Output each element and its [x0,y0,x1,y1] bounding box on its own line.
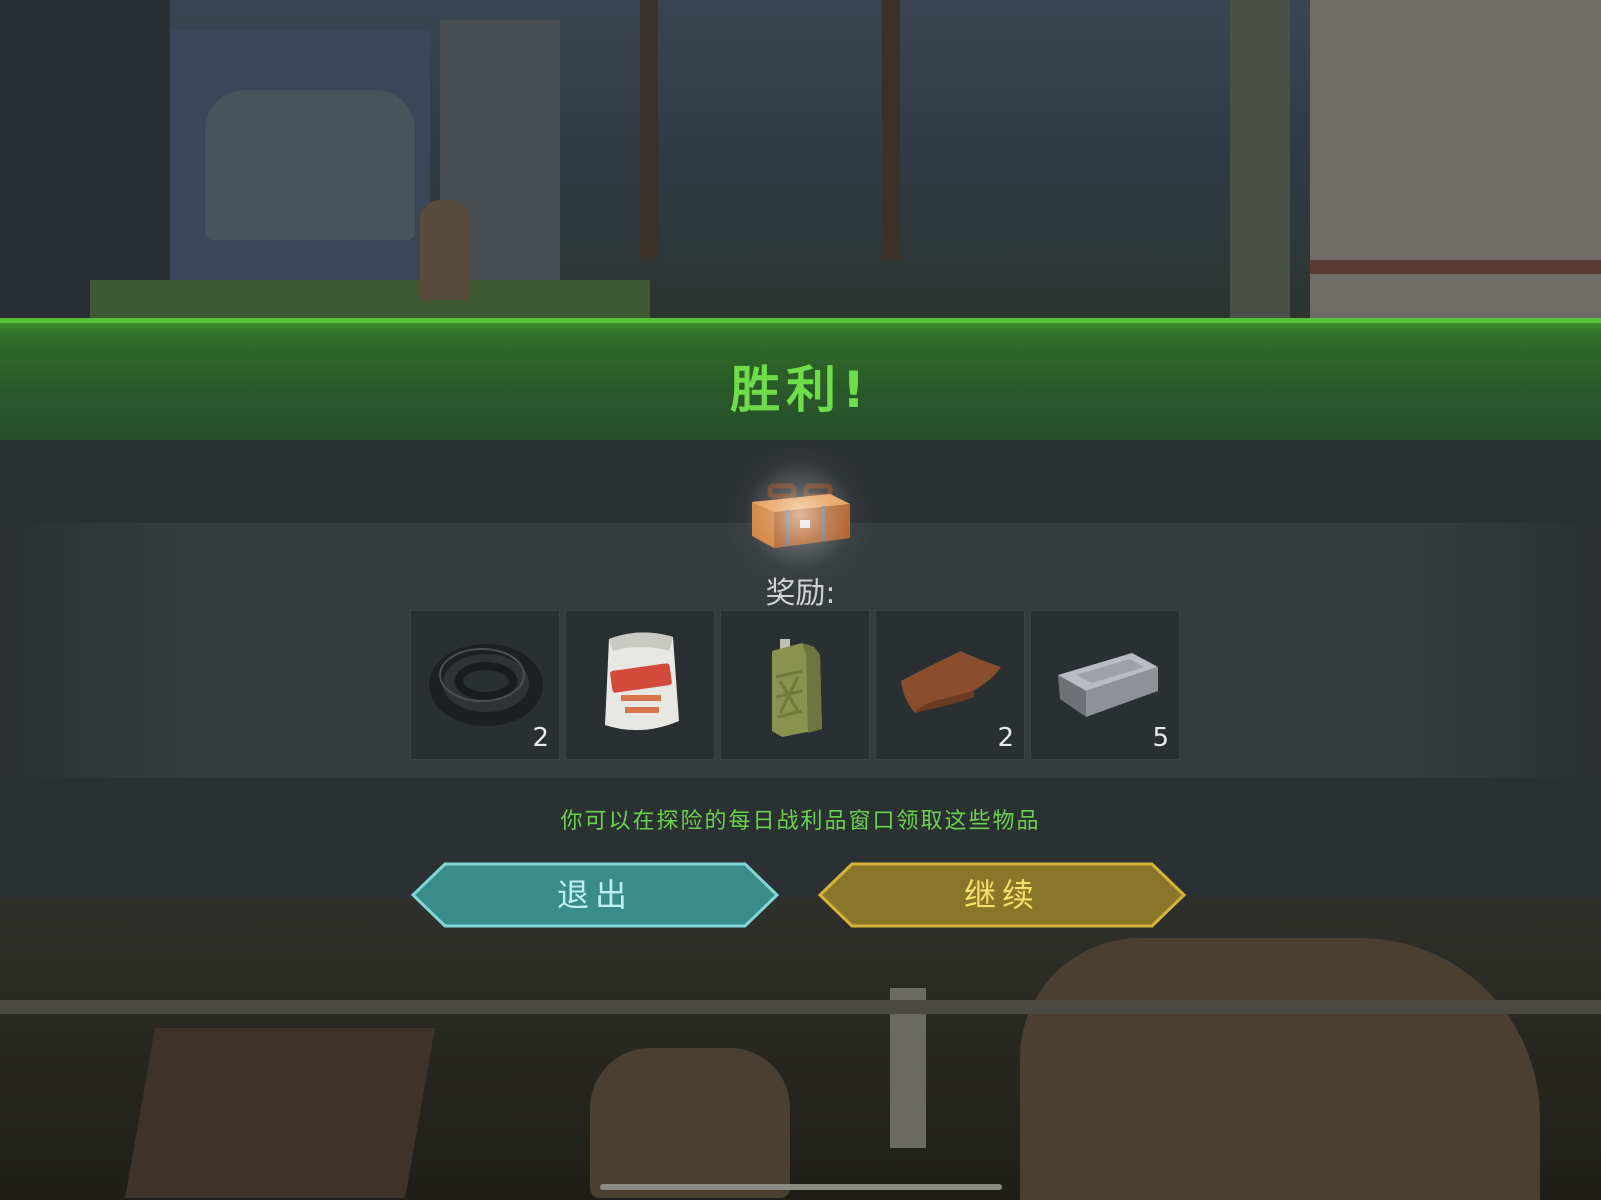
reward-slots: 2 2 5 [410,610,1192,762]
item-quantity: 2 [532,723,549,753]
metal-ingot-icon [1058,653,1158,717]
continue-button-label: 继续 [963,876,1040,914]
background-scene-bottom [0,898,1601,1200]
exit-button-label: 退出 [556,876,633,914]
item-quantity: 5 [1152,723,1169,753]
item-quantity: 2 [997,723,1014,753]
jerrycan-icon [772,639,822,737]
reward-slot[interactable] [565,610,715,760]
background-scene-top [0,0,1601,318]
exit-button[interactable]: 退出 [411,862,779,928]
reward-slot[interactable] [720,610,870,760]
road-line [0,1000,1601,1014]
reward-slot[interactable]: 2 [875,610,1025,760]
rubber-hose-icon [429,644,543,726]
asbestos-bag-icon [605,632,679,731]
home-indicator[interactable] [600,1184,1002,1190]
continue-button[interactable]: 继续 [818,862,1186,928]
reward-slot[interactable]: 5 [1030,610,1180,760]
reward-slot[interactable]: 2 [410,610,560,760]
claim-hint-text: 你可以在探险的每日战利品窗口领取这些物品 [560,809,1041,834]
leather-piece-icon [901,651,1001,713]
victory-title: 胜利! [730,361,871,419]
rewards-label: 奖励: [765,576,836,611]
